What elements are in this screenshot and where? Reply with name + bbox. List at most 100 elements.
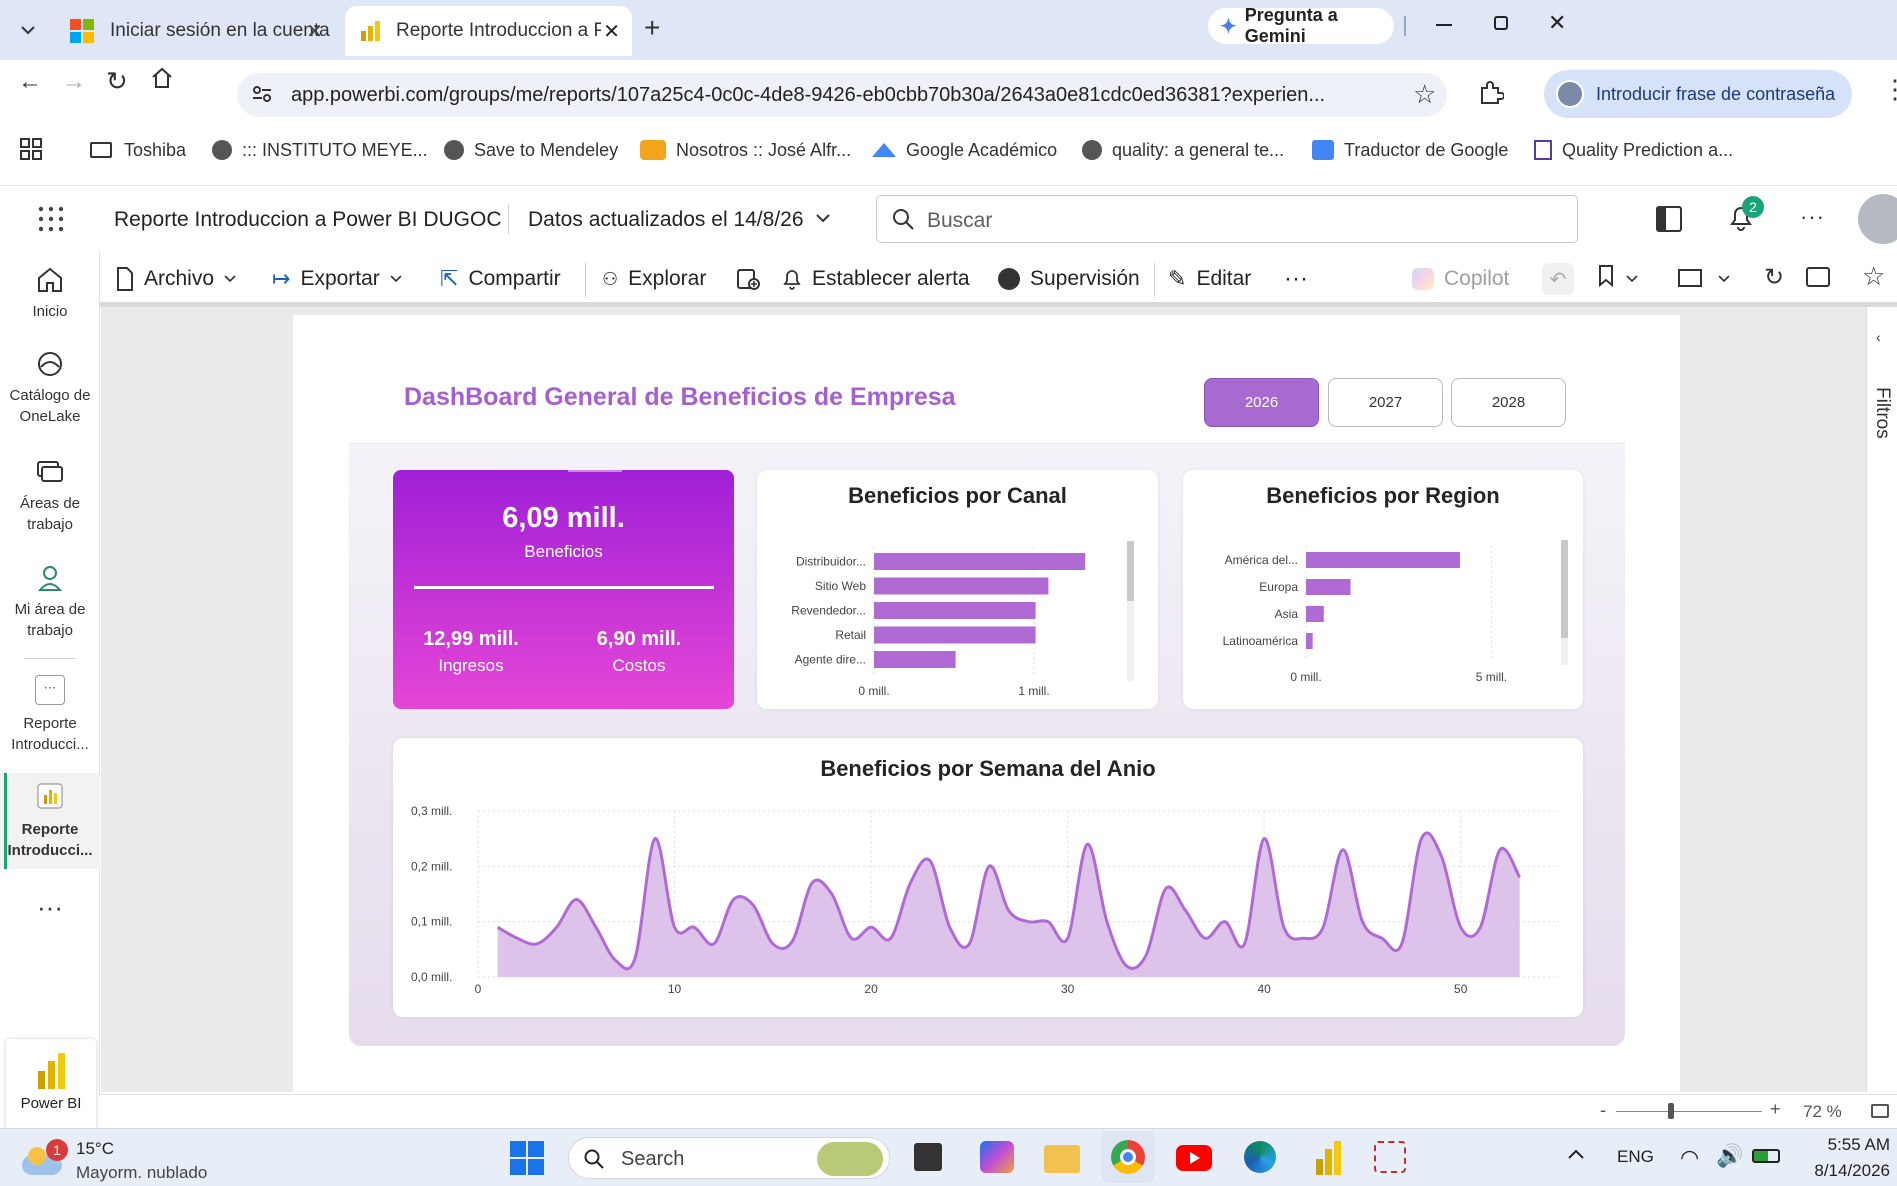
gemini-button[interactable]: ✦ Pregunta a Gemini	[1208, 5, 1394, 46]
powerbi-taskbar-icon[interactable]	[1316, 1141, 1341, 1175]
year-button-2027[interactable]: 2027	[1328, 378, 1443, 427]
task-view-icon[interactable]	[914, 1143, 942, 1171]
taskbar-search[interactable]: Search	[568, 1137, 890, 1179]
file-explorer-icon[interactable]	[1044, 1145, 1080, 1173]
expand-icon[interactable]: ‹	[1876, 329, 1881, 345]
extensions-icon[interactable]	[1478, 80, 1504, 106]
clock-date[interactable]: 8/14/2026	[1800, 1161, 1890, 1181]
tab-list-chevron-icon[interactable]	[8, 10, 48, 50]
browser-menu-icon[interactable]: ⋮	[1882, 76, 1897, 102]
youtube-icon[interactable]	[1176, 1145, 1212, 1171]
zoom-slider-thumb[interactable]	[1668, 1103, 1674, 1119]
windows-start-icon[interactable]	[510, 1141, 544, 1175]
gemini-icon: ✦	[1220, 15, 1237, 38]
more-options-icon[interactable]: ···	[1800, 204, 1825, 230]
establecer-alerta-button[interactable]: Establecer alerta	[750, 261, 970, 297]
chevron-up-icon[interactable]	[1568, 1149, 1584, 1159]
view-icon[interactable]	[1678, 269, 1702, 287]
bookmark-nosotros[interactable]: Nosotros :: José Alfr...	[640, 136, 851, 164]
volume-icon[interactable]: 🔊	[1716, 1143, 1743, 1169]
comment-icon[interactable]	[1806, 267, 1830, 287]
chart-region-card[interactable]: Beneficios por Region 0 mill. 5 mill. Améri…	[1183, 470, 1583, 709]
site-info-icon[interactable]	[251, 83, 273, 105]
forward-icon[interactable]: →	[62, 68, 86, 96]
powerbi-switcher[interactable]: Power BI	[6, 1039, 96, 1131]
search-input[interactable]: Buscar	[876, 195, 1578, 243]
tab-signin[interactable]: Iniciar sesión en la cuenta ✕	[56, 6, 341, 56]
new-tab-icon[interactable]: +	[644, 14, 660, 42]
year-button-2028[interactable]: 2028	[1451, 378, 1566, 427]
snipping-tool-icon[interactable]	[1374, 1141, 1406, 1173]
bookmark-mendeley[interactable]: Save to Mendeley	[444, 136, 618, 164]
bookmark-icon[interactable]	[1598, 265, 1614, 287]
close-icon[interactable]: ✕	[306, 19, 323, 44]
back-icon[interactable]: ←	[18, 68, 42, 96]
chart-canal-card[interactable]: Beneficios por Canal 0 mill. 1 mill. Distri…	[757, 470, 1158, 709]
tab-signin-label: Iniciar sesión en la cuenta	[110, 20, 330, 41]
chevron-down-icon[interactable]	[1626, 275, 1638, 283]
chevron-down-icon[interactable]	[816, 214, 830, 223]
supervision-button[interactable]: Supervisión	[998, 261, 1140, 297]
language-indicator[interactable]: ENG	[1617, 1147, 1654, 1167]
bookmark-traductor[interactable]: Traductor de Google	[1312, 136, 1508, 164]
restore-icon[interactable]	[1494, 16, 1508, 30]
filters-pane-collapsed[interactable]: ‹ Filtros	[1866, 307, 1897, 1092]
nav-areas[interactable]: Áreas de trabajo	[0, 457, 100, 535]
clock-time[interactable]: 5:55 AM	[1808, 1135, 1890, 1155]
x-tick-label: 50	[1454, 982, 1468, 996]
minimize-icon[interactable]	[1436, 24, 1452, 26]
toolbar-more-icon[interactable]: ···	[1284, 261, 1308, 297]
data-updated-label[interactable]: Datos actualizados el 14/8/26	[528, 208, 804, 232]
nav-label: Reporte	[21, 821, 79, 838]
url-text[interactable]: app.powerbi.com/groups/me/reports/107a25…	[291, 84, 1391, 107]
pane-toggle-icon[interactable]	[1656, 206, 1682, 232]
bookmark-google-academico[interactable]: Google Académico	[872, 136, 1057, 164]
zoom-slider[interactable]	[1616, 1111, 1762, 1112]
url-bar[interactable]: app.powerbi.com/groups/me/reports/107a25…	[237, 73, 1447, 117]
year-button-2026[interactable]: 2026	[1204, 378, 1319, 427]
close-icon[interactable]: ✕	[603, 19, 620, 44]
app-launcher-icon[interactable]	[38, 206, 64, 232]
zoom-out-icon[interactable]: -	[1600, 1100, 1606, 1121]
tab-report[interactable]: Reporte Introduccion a Power BI ✕	[345, 6, 632, 56]
bookmark-toshiba[interactable]: Toshiba	[90, 136, 186, 164]
wifi-icon[interactable]: ◠	[1680, 1145, 1699, 1171]
x-tick-label: 1 mill.	[1018, 684, 1049, 698]
taskbar-search-label: Search	[621, 1148, 685, 1170]
editar-button[interactable]: ✎ Editar	[1168, 261, 1251, 297]
profile-button[interactable]: Introducir frase de contraseña	[1544, 70, 1852, 118]
archivo-menu[interactable]: Archivo	[116, 261, 236, 297]
nav-more-icon[interactable]: ···	[0, 894, 100, 920]
undo-icon[interactable]: ↶	[1542, 263, 1574, 295]
refresh-icon[interactable]: ↻	[1764, 263, 1784, 292]
zoom-in-icon[interactable]: +	[1770, 1099, 1781, 1120]
bookmark-instituto[interactable]: ::: INSTITUTO MEYE...	[212, 136, 428, 164]
apps-grid-icon[interactable]	[20, 138, 42, 160]
explorar-button[interactable]: ⚇ Explorar	[602, 261, 706, 297]
bookmark-quality[interactable]: quality: a general te...	[1082, 136, 1284, 164]
home-icon[interactable]	[150, 66, 174, 90]
reload-icon[interactable]: ↻	[106, 66, 128, 97]
battery-icon[interactable]	[1752, 1149, 1780, 1163]
edge-icon[interactable]	[1244, 1141, 1276, 1173]
close-window-icon[interactable]: ✕	[1548, 10, 1566, 36]
nav-report-2[interactable]: Reporte Introducci...	[0, 781, 100, 861]
compartir-button[interactable]: ⇱ Compartir	[440, 261, 561, 297]
chevron-down-icon[interactable]	[1718, 275, 1730, 283]
nav-catalogo[interactable]: Catálogo de OneLake	[0, 349, 100, 427]
favorite-star-icon[interactable]: ☆	[1862, 261, 1885, 292]
fit-page-icon[interactable]	[1871, 1104, 1889, 1118]
bookmark-quality-prediction[interactable]: Quality Prediction a...	[1534, 136, 1733, 164]
nav-inicio[interactable]: Inicio	[0, 265, 100, 322]
chart-semana-card[interactable]: Beneficios por Semana del Anio 0,0 mill. 0…	[393, 738, 1583, 1017]
report-title[interactable]: Reporte Introduccion a Power BI DUGOC	[114, 208, 502, 232]
copilot-button[interactable]: Copilot	[1412, 261, 1509, 297]
kpi-card[interactable]: 6,09 mill. Beneficios 12,99 mill. Ingres…	[393, 470, 734, 709]
exportar-menu[interactable]: ↦ Exportar	[272, 261, 402, 297]
user-avatar[interactable]	[1858, 194, 1897, 244]
chrome-icon[interactable]	[1111, 1140, 1145, 1174]
m365-icon[interactable]	[980, 1141, 1014, 1173]
star-icon[interactable]: ☆	[1413, 79, 1436, 110]
nav-report-1[interactable]: ⋯ Reporte Introducci...	[0, 675, 100, 755]
nav-mi-area[interactable]: Mi área de trabajo	[0, 563, 100, 641]
